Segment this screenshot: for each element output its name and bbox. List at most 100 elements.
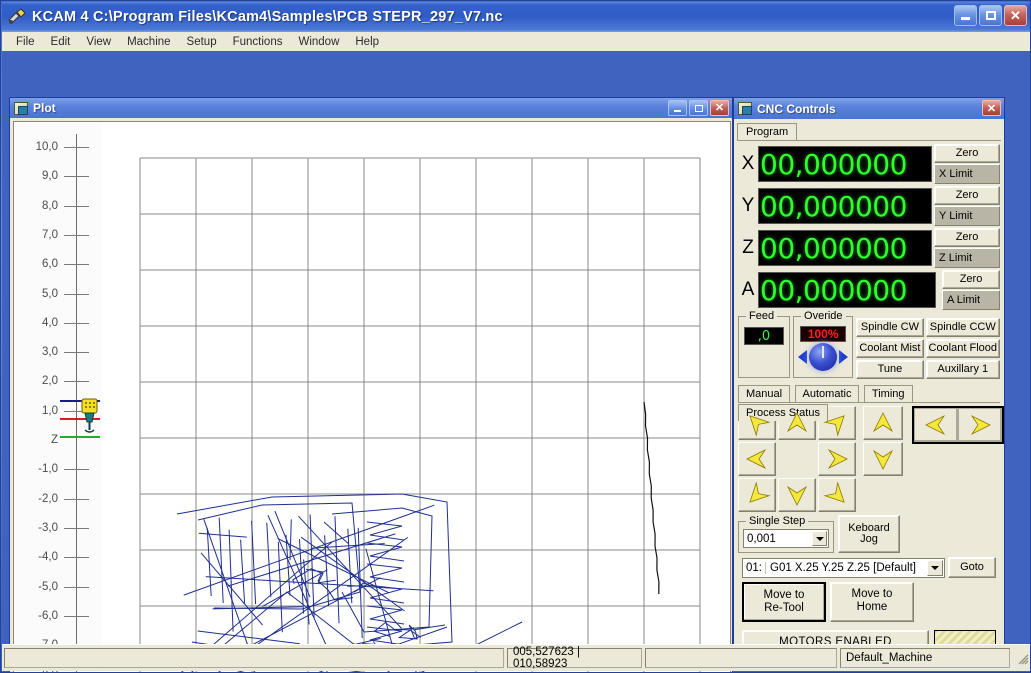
menu-item-machine[interactable]: Machine <box>119 34 178 50</box>
resize-grip-icon[interactable] <box>1015 651 1029 665</box>
z-axis-label: -2,0 <box>38 492 58 505</box>
plot-maximize-button[interactable] <box>689 100 708 116</box>
plunge-line <box>643 401 660 595</box>
chevron-glyph <box>931 565 939 570</box>
move-to-home-button[interactable]: Move to Home <box>830 582 914 623</box>
axis-buttons-x: Zero X Limit <box>934 144 1000 184</box>
chevron-down-icon[interactable] <box>927 559 943 576</box>
spindle-cw-button[interactable]: Spindle CW <box>856 318 924 337</box>
chevron-down-icon[interactable] <box>812 531 827 546</box>
jog-z-up[interactable] <box>863 406 903 440</box>
single-step-label: Single Step <box>746 515 809 527</box>
override-group: Overide 100% <box>793 310 854 378</box>
override-decrease-icon[interactable] <box>798 350 808 364</box>
cnc-close-button[interactable]: ✕ <box>982 100 1001 116</box>
jog-right[interactable] <box>818 442 856 476</box>
coolant-flood-button[interactable]: Coolant Flood <box>925 339 1000 358</box>
step-row: Single Step 0,001 Keboard Jog <box>738 515 1000 553</box>
menu-item-help[interactable]: Help <box>347 34 387 50</box>
single-step-group: Single Step 0,001 <box>738 515 834 553</box>
plot-canvas[interactable] <box>102 122 730 672</box>
menu-item-setup[interactable]: Setup <box>179 34 225 50</box>
tab-timing[interactable]: Timing <box>863 385 913 402</box>
plot-window-icon <box>14 101 28 115</box>
z-tick <box>64 322 89 324</box>
close-icon: ✕ <box>714 101 725 114</box>
z-axis-label: -4,0 <box>38 551 58 564</box>
z-axis-label: 1,0 <box>42 404 58 417</box>
axis-buttons-z: Zero Z Limit <box>934 228 1000 268</box>
keyboard-jog-button[interactable]: Keboard Jog <box>838 515 900 553</box>
z-axis-label: 9,0 <box>42 170 58 183</box>
minimize-button[interactable] <box>954 5 977 26</box>
plot-body[interactable]: 10,0 9,0 8,0 7,0 6,0 5,0 4,0 3,0 2,0 1,0 Z -1,0 -2,0… <box>13 121 731 672</box>
jog-a-cw[interactable] <box>958 408 1002 442</box>
dro-z: 00,000000 <box>758 230 932 266</box>
dro-a: 00,000000 <box>758 272 936 308</box>
z-tick <box>64 615 89 617</box>
override-increase-icon[interactable] <box>839 350 849 364</box>
dro-x: 00,000000 <box>758 146 932 182</box>
z-axis-label: 5,0 <box>42 287 58 300</box>
z-axis-label: -6,0 <box>38 609 58 622</box>
dro-z-value: 00,000000 <box>760 231 907 265</box>
z-axis-label: 10,0 <box>35 141 58 153</box>
tab-manual[interactable]: Manual <box>738 385 791 403</box>
z-tick <box>64 234 89 236</box>
z-zero-line <box>60 436 100 438</box>
z-tick <box>64 381 89 383</box>
jog-down[interactable] <box>778 478 816 512</box>
axis-buttons-a: Zero A Limit <box>942 270 1000 310</box>
auxillary-1-button[interactable]: Auxillary 1 <box>925 360 1000 379</box>
tab-automatic[interactable]: Automatic <box>794 385 860 402</box>
menu-item-file[interactable]: File <box>8 34 43 50</box>
plot-close-button[interactable]: ✕ <box>710 100 729 116</box>
zero-y-button[interactable]: Zero <box>934 186 1000 205</box>
z-tick <box>64 176 89 178</box>
jog-z-down[interactable] <box>863 442 903 476</box>
status-bar: 005,527623 | 010,58923 Default_Machine <box>2 644 1030 671</box>
status-pane-left <box>4 648 504 668</box>
zero-a-button[interactable]: Zero <box>942 270 1000 289</box>
coolant-mist-button[interactable]: Coolant Mist <box>856 339 924 358</box>
plot-minimize-button[interactable] <box>668 100 687 116</box>
menu-item-edit[interactable]: Edit <box>43 34 79 50</box>
goto-button[interactable]: Goto <box>948 557 996 578</box>
program-tab-strip: Program <box>737 122 1004 141</box>
kcam-app-icon <box>7 8 27 26</box>
single-step-combo[interactable]: 0,001 <box>743 529 829 548</box>
kcam-application-window: KCAM 4 C:\Program Files\KCam4\Samples\PC… <box>0 0 1031 673</box>
close-button[interactable]: ✕ <box>1004 5 1027 26</box>
tune-button[interactable]: Tune <box>856 360 924 379</box>
feed-label: Feed <box>746 310 778 322</box>
dro-y-value: 00,000000 <box>760 189 907 223</box>
feed-group: Feed ,0 <box>738 310 791 378</box>
override-knob[interactable] <box>809 343 838 371</box>
zero-z-button[interactable]: Zero <box>934 228 1000 247</box>
z-axis-label: -1,0 <box>38 463 58 476</box>
move-to-retool-button[interactable]: Move to Re-Tool <box>742 582 826 623</box>
z-axis-label: 8,0 <box>42 199 58 212</box>
z-tick <box>64 557 89 559</box>
gcode-preset-combo[interactable]: 01: G01 X.25 Y.25 Z.25 [Default] <box>742 557 945 578</box>
jog-a-ccw[interactable] <box>914 408 958 442</box>
z-axis-scale: 10,0 9,0 8,0 7,0 6,0 5,0 4,0 3,0 2,0 1,0 Z -1,0 -2,0… <box>14 122 102 672</box>
spindle-ccw-button[interactable]: Spindle CCW <box>925 318 1000 337</box>
a-limit-indicator: A Limit <box>942 290 1000 310</box>
jog-left[interactable] <box>738 442 776 476</box>
menu-item-functions[interactable]: Functions <box>225 34 291 50</box>
menu-bar: File Edit View Machine Setup Functions W… <box>2 32 1030 51</box>
menu-item-window[interactable]: Window <box>290 34 347 50</box>
x-limit-indicator: X Limit <box>934 164 1000 184</box>
zero-x-button[interactable]: Zero <box>934 144 1000 163</box>
feed-value: ,0 <box>757 328 771 344</box>
menu-item-view[interactable]: View <box>78 34 119 50</box>
jog-down-left[interactable] <box>738 478 776 512</box>
tab-program[interactable]: Program <box>737 123 798 141</box>
plot-title-text: Plot <box>33 101 56 115</box>
maximize-button[interactable] <box>979 5 1002 26</box>
z-axis-label: 2,0 <box>42 375 58 388</box>
z-axis-label: -5,0 <box>38 580 58 593</box>
dro-x-value: 00,000000 <box>760 147 907 181</box>
jog-down-right[interactable] <box>818 478 856 512</box>
